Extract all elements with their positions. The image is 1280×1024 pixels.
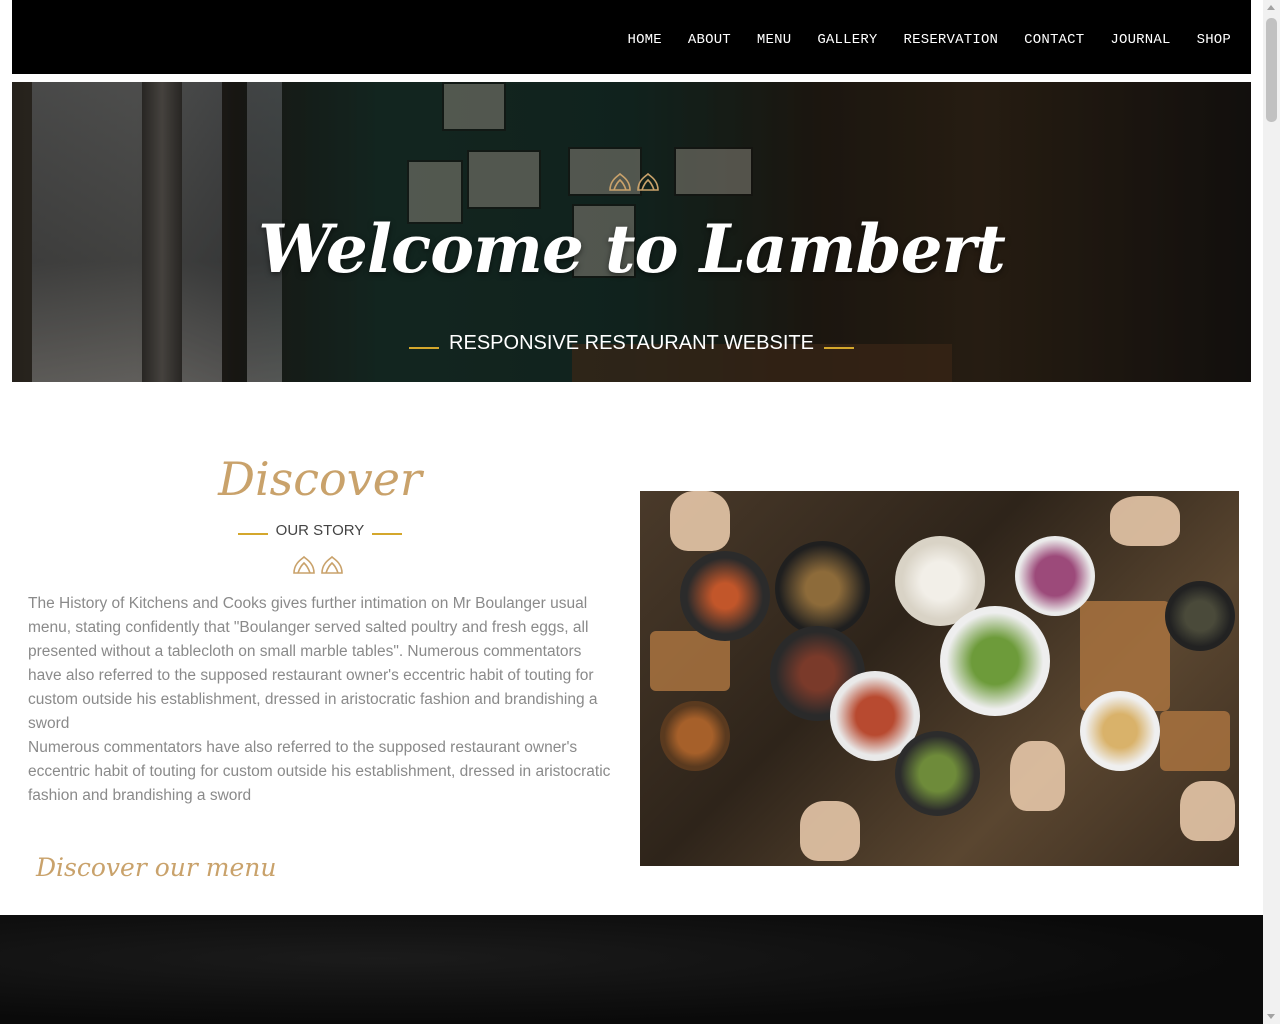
nav-item-about: ABOUT (688, 28, 731, 48)
food-plate (775, 541, 870, 636)
lotus-ornament-icon (293, 555, 343, 574)
food-board (1160, 711, 1230, 771)
story-rule-left (237, 533, 268, 536)
nav-link-shop[interactable]: SHOP (1197, 32, 1231, 48)
hero-banner: Welcome to Lambert RESPONSIVE RESTAURANT… (12, 82, 1251, 382)
scroll-down-icon[interactable] (1267, 1014, 1275, 1019)
discover-title: Discover (218, 452, 422, 506)
food-plate (1165, 581, 1235, 651)
our-story-text: OUR STORY (275, 522, 365, 539)
hero-title: Welcome to Lambert (258, 210, 1006, 288)
lotus-ornament-icon (609, 172, 659, 191)
story-text: The History of Kitchens and Cooks gives … (28, 592, 618, 808)
nav-link-reservation[interactable]: RESERVATION (904, 32, 999, 48)
nav-item-reservation: RESERVATION (904, 28, 999, 48)
diner-hand (670, 491, 730, 551)
food-plate (680, 551, 770, 641)
nav-item-journal: JOURNAL (1110, 28, 1170, 48)
nav-link-about[interactable]: ABOUT (688, 32, 731, 48)
food-plate (660, 701, 730, 771)
nav-link-gallery[interactable]: GALLERY (817, 32, 877, 48)
nav-link-contact[interactable]: CONTACT (1024, 32, 1084, 48)
nav-link-journal[interactable]: JOURNAL (1110, 32, 1170, 48)
nav-item-menu: MENU (757, 28, 791, 48)
nav-item-shop: SHOP (1197, 28, 1231, 48)
subtitle-rule-right (823, 346, 854, 349)
top-navbar: HOME ABOUT MENU GALLERY RESERVATION CONT… (12, 0, 1251, 74)
diner-hand (1010, 741, 1065, 811)
subtitle-rule-left (409, 346, 440, 349)
story-paragraph-1: The History of Kitchens and Cooks gives … (28, 595, 598, 732)
our-story-label: OUR STORY (180, 522, 460, 539)
diner-hand (1180, 781, 1235, 841)
dark-menu-section (0, 915, 1263, 1024)
food-plate (1015, 536, 1095, 616)
main-nav: HOME ABOUT MENU GALLERY RESERVATION CONT… (627, 28, 1231, 48)
story-paragraph-2: Numerous commentators have also referred… (28, 739, 611, 804)
diner-hand (800, 801, 860, 861)
scroll-up-icon[interactable] (1267, 5, 1275, 10)
food-plate (940, 606, 1050, 716)
nav-item-gallery: GALLERY (817, 28, 877, 48)
hero-subtitle: RESPONSIVE RESTAURANT WEBSITE (12, 332, 1251, 355)
story-rule-right (372, 533, 403, 536)
discover-menu-link[interactable]: Discover our menu (36, 853, 277, 882)
diner-hand (1110, 496, 1180, 546)
page-scrollbar[interactable] (1263, 0, 1280, 1024)
nav-link-menu[interactable]: MENU (757, 32, 791, 48)
food-table-image (640, 491, 1239, 866)
food-plate (1080, 691, 1160, 771)
scrollbar-thumb[interactable] (1266, 18, 1277, 122)
hero-subtitle-text: RESPONSIVE RESTAURANT WEBSITE (449, 332, 814, 354)
nav-item-contact: CONTACT (1024, 28, 1084, 48)
nav-link-home[interactable]: HOME (627, 32, 661, 48)
food-plate (895, 731, 980, 816)
nav-item-home: HOME (627, 28, 661, 48)
